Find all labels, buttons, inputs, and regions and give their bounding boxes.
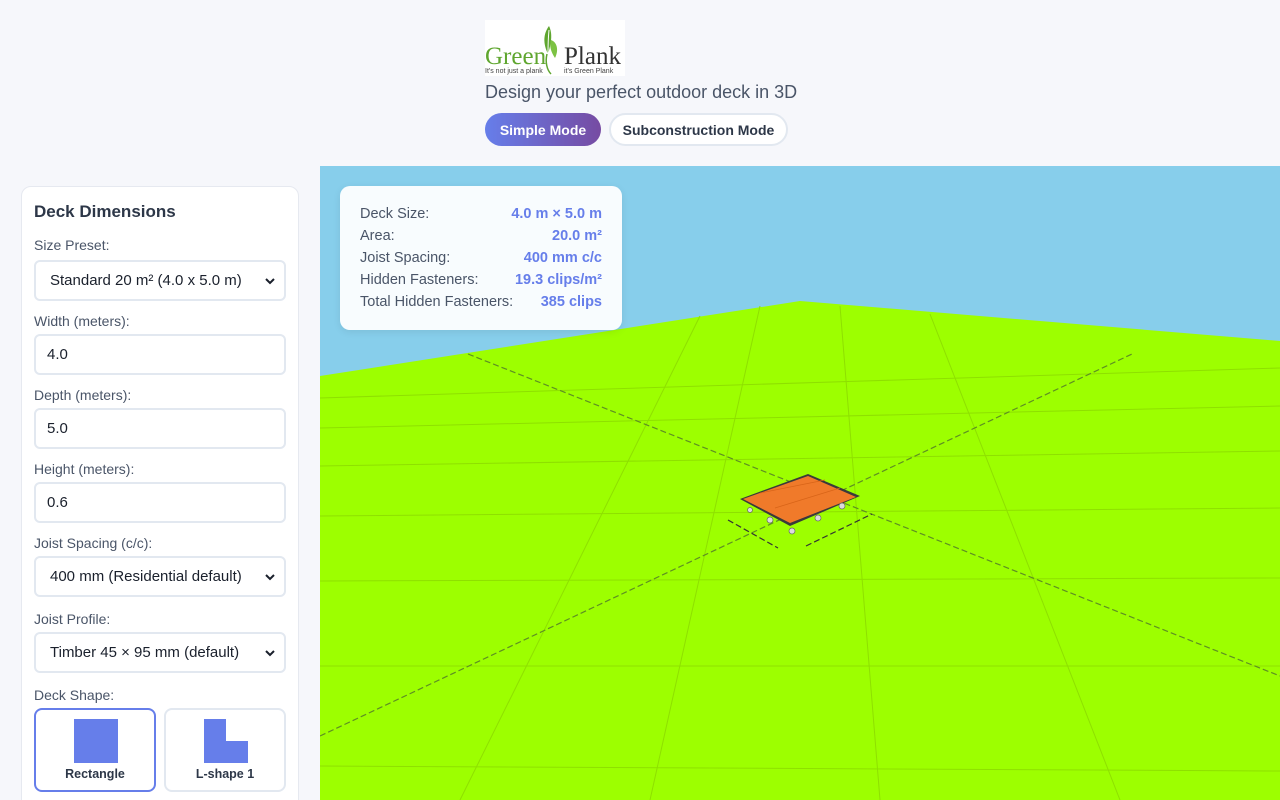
info-key: Hidden Fasteners: [360,272,479,288]
logo-brand-plank: Plank [564,43,621,70]
subconstruction-mode-button[interactable]: Subconstruction Mode [609,113,788,146]
info-value: 385 clips [540,294,602,310]
app-header: Green Plank It's not just a plank it's G… [0,0,1280,166]
leaf-icon [544,26,558,75]
width-input[interactable]: 4.0 [34,334,286,375]
info-value: 20.0 m² [552,228,602,244]
ground-plane [320,301,1280,800]
app-tagline: Design your perfect outdoor deck in 3D [485,82,798,102]
info-row-area: Area: 20.0 m² [360,228,602,248]
info-value: 4.0 m × 5.0 m [511,206,602,222]
depth-input[interactable]: 5.0 [34,408,286,449]
info-key: Deck Size: [360,206,430,222]
logo-graphic: Green Plank It's not just a plank it's G… [485,26,621,75]
joist-spacing-select[interactable]: 400 mm (Residential default) [34,556,286,597]
shape-option-label: Rectangle [65,767,125,781]
size-preset-label: Size Preset: [34,237,110,253]
deck-shape-label: Deck Shape: [34,687,115,703]
joist-profile-label: Joist Profile: [34,611,111,627]
3d-viewport[interactable]: Deck Size: 4.0 m × 5.0 m Area: 20.0 m² J… [320,166,1280,800]
deck-dimensions-panel: Deck Dimensions Size Preset: Standard 20… [21,186,299,800]
shape-option-label: L-shape 1 [195,767,255,781]
info-row-deck-size: Deck Size: 4.0 m × 5.0 m [360,206,602,226]
info-value: 19.3 clips/m² [514,272,602,288]
green-plank-logo: Green Plank It's not just a plank it's G… [485,20,625,76]
rectangle-shape-icon [74,719,118,763]
chevron-down-icon [265,277,275,284]
info-key: Joist Spacing: [360,250,451,266]
info-row-hidden-fasteners: Hidden Fasteners: 19.3 clips/m² [360,272,602,292]
joist-profile-select[interactable]: Timber 45 × 95 mm (default) [34,632,286,673]
size-preset-select[interactable]: Standard 20 m² (4.0 x 5.0 m) [34,260,286,301]
info-value: 400 mm c/c [523,250,602,266]
joist-spacing-value: 400 mm (Residential default) [50,568,242,585]
info-row-total-hidden-fasteners: Total Hidden Fasteners: 385 clips [360,294,602,314]
l-shape-icon [204,719,248,763]
width-label: Width (meters): [34,313,130,329]
panel-title: Deck Dimensions [34,202,176,221]
chevron-down-icon [265,649,275,656]
info-row-joist-spacing: Joist Spacing: 400 mm c/c [360,250,602,270]
info-key: Total Hidden Fasteners: [360,294,514,310]
depth-label: Depth (meters): [34,387,132,403]
height-input[interactable]: 0.6 [34,482,286,523]
logo-slogan-left: It's not just a plank [485,68,543,75]
chevron-down-icon [265,573,275,580]
logo-slogan-right: it's Green Plank [564,68,614,75]
simple-mode-button[interactable]: Simple Mode [485,113,601,146]
size-preset-value: Standard 20 m² (4.0 x 5.0 m) [50,272,242,289]
shape-option-l-shape-1[interactable]: L-shape 1 [164,708,286,792]
controls-sidebar: Deck Dimensions Size Preset: Standard 20… [0,166,320,800]
shape-option-rectangle[interactable]: Rectangle [34,708,156,792]
joist-spacing-label: Joist Spacing (c/c): [34,535,153,551]
height-label: Height (meters): [34,461,135,477]
info-key: Area: [360,228,395,244]
deck-info-panel: Deck Size: 4.0 m × 5.0 m Area: 20.0 m² J… [340,186,622,330]
joist-profile-value: Timber 45 × 95 mm (default) [50,644,240,661]
logo-brand-green: Green [485,43,547,70]
